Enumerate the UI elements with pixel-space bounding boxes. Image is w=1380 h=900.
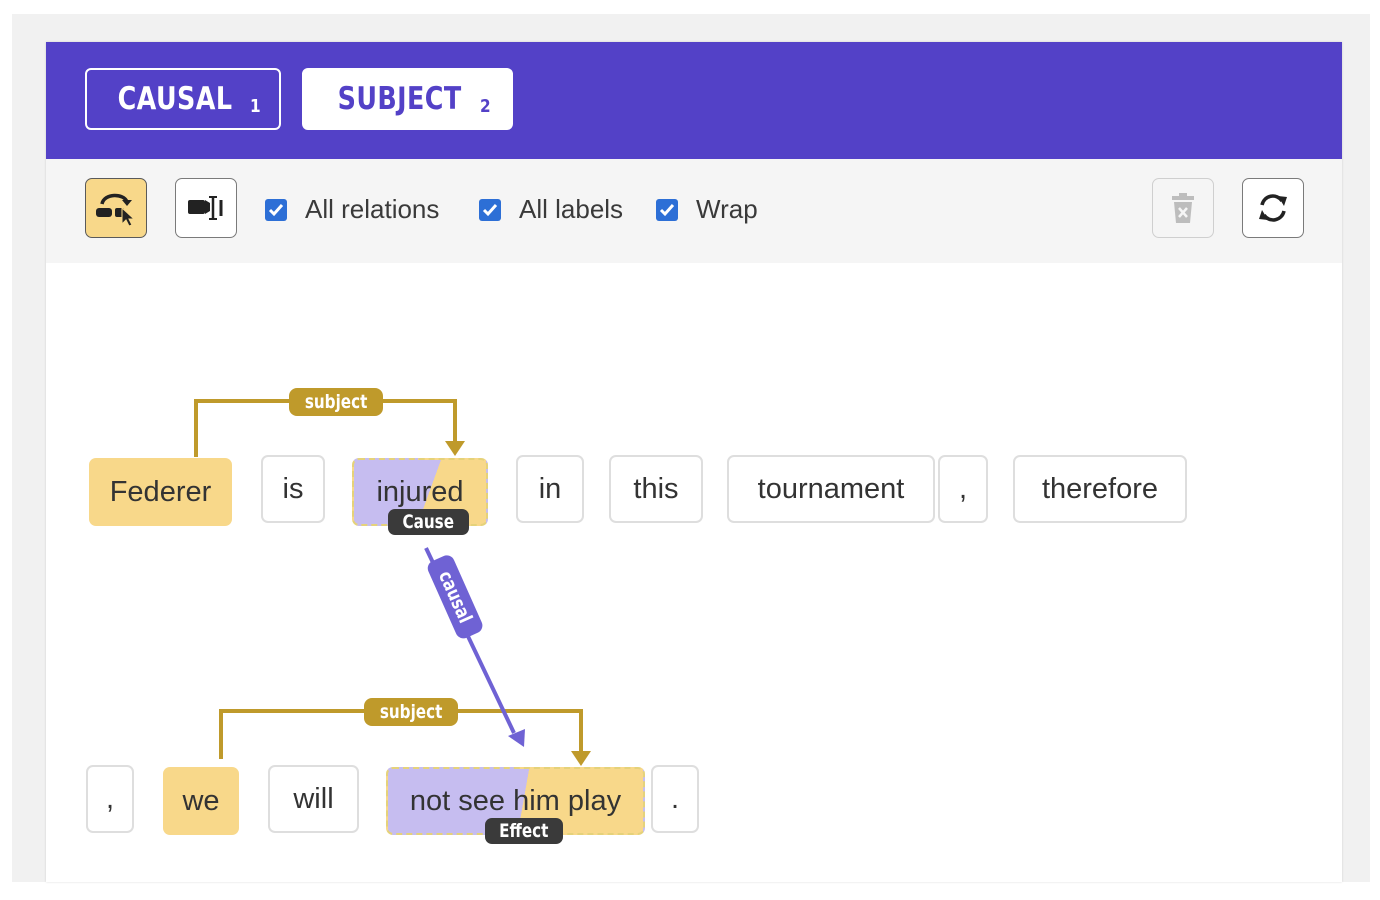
checkbox-checked-icon (265, 198, 287, 221)
token-will[interactable]: will (268, 765, 359, 833)
token-tournament[interactable]: tournament (727, 455, 935, 523)
token-this[interactable]: this (609, 455, 703, 523)
annotation-panel: CAUSAL 1 SUBJECT 2 All relations All lab… (46, 42, 1342, 882)
annotation-canvas: Federer is injured in this tournament , … (46, 263, 1342, 882)
cause-label-text: Cause (402, 511, 455, 533)
effect-label-text: Effect (499, 820, 549, 842)
token-in[interactable]: in (516, 455, 584, 523)
text-cursor-icon (188, 196, 223, 220)
subject-relation-text-1: subject (304, 391, 368, 413)
all-relations-checkbox[interactable]: All relations (265, 194, 439, 225)
all-labels-label: All labels (519, 194, 624, 224)
checkbox-checked-icon (656, 198, 678, 221)
toolbar: All relations All labels Wrap (46, 159, 1342, 263)
token-period[interactable]: . (651, 765, 699, 833)
tab-subject-count: 2 (479, 95, 491, 117)
token-is[interactable]: is (261, 455, 325, 523)
subject-relation-text-2: subject (379, 701, 443, 723)
wrap-label: Wrap (696, 194, 758, 224)
token-we[interactable]: we (163, 767, 239, 835)
text-cursor-button[interactable] (175, 178, 237, 238)
tab-subject-label: SUBJECT (337, 81, 462, 117)
trash-icon (1172, 193, 1194, 223)
tab-causal[interactable]: CAUSAL 1 (85, 68, 281, 130)
refresh-icon (1259, 194, 1287, 222)
cause-label-badge[interactable]: Cause (388, 509, 469, 535)
tab-causal-count: 1 (249, 95, 261, 117)
effect-label-badge[interactable]: Effect (485, 818, 563, 844)
all-relations-label: All relations (305, 194, 440, 224)
tab-header: CAUSAL 1 SUBJECT 2 (46, 42, 1342, 159)
checkbox-checked-icon (479, 198, 501, 221)
arrowhead-2 (571, 751, 591, 766)
arrowhead-causal (508, 729, 525, 747)
refresh-button[interactable] (1242, 178, 1304, 238)
arrowhead-1 (445, 441, 465, 456)
tab-causal-label: CAUSAL (117, 81, 233, 117)
relation-mode-button[interactable] (85, 178, 147, 238)
delete-button[interactable] (1152, 178, 1214, 238)
token-therefore[interactable]: therefore (1013, 455, 1187, 523)
all-labels-checkbox[interactable]: All labels (479, 194, 623, 225)
token-federer[interactable]: Federer (89, 458, 232, 526)
subject-relation-label-2[interactable]: subject (364, 698, 459, 726)
tab-subject[interactable]: SUBJECT 2 (302, 68, 513, 130)
wrap-checkbox[interactable]: Wrap (656, 194, 758, 225)
token-comma[interactable]: , (938, 455, 988, 523)
subject-relation-label-1[interactable]: subject (289, 388, 384, 416)
relation-mode-icon (96, 193, 136, 227)
token-comma-2[interactable]: , (86, 765, 134, 833)
